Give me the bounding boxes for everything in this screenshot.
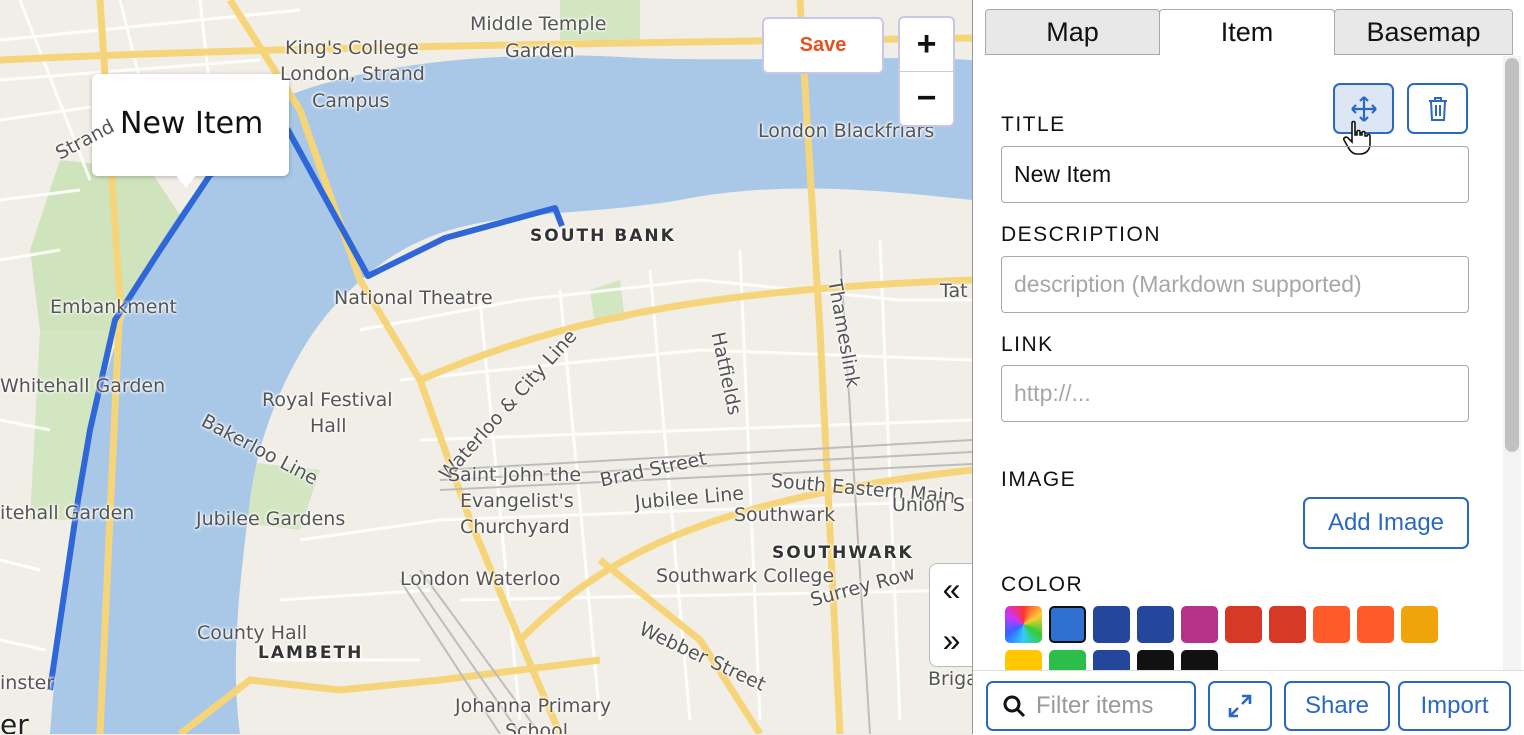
map-label: Royal Festival [262, 389, 393, 411]
zoom-control: + − [898, 16, 955, 127]
color-swatch[interactable] [1093, 650, 1130, 670]
description-label: DESCRIPTION [1001, 223, 1162, 246]
color-swatch[interactable] [1225, 606, 1262, 643]
map-label: School [505, 720, 569, 734]
title-label: TITLE [1001, 113, 1066, 136]
map-label: Jubilee Gardens [196, 508, 346, 530]
color-swatch[interactable] [1401, 606, 1438, 643]
tab-bar: Map Item Basemap [985, 9, 1513, 55]
color-swatch[interactable] [1357, 606, 1394, 643]
custom-color-swatch[interactable] [1005, 606, 1042, 643]
map-label: LAMBETH [258, 643, 364, 663]
link-input[interactable]: http://... [1001, 365, 1469, 422]
zoom-out-button[interactable]: − [900, 72, 953, 125]
search-icon [1003, 695, 1026, 718]
color-swatch[interactable] [1313, 606, 1350, 643]
color-swatch[interactable] [1049, 606, 1086, 643]
map-label: Saint John the [448, 464, 582, 486]
map-label: Tat [940, 280, 968, 302]
map-label: Southwark [734, 504, 836, 526]
map-canvas[interactable]: New Item Middle Temple Garden King's Col… [0, 0, 972, 734]
map-label: Campus [312, 90, 390, 112]
map-label: Embankment [50, 296, 177, 318]
delete-item-button[interactable] [1407, 83, 1468, 134]
map-label: County Hall [197, 622, 308, 644]
callout-title: New Item [120, 106, 264, 141]
map-label: Hall [310, 415, 347, 437]
callout-pointer [175, 174, 197, 188]
color-swatch[interactable] [1049, 650, 1086, 670]
map-label: SOUTH BANK [530, 226, 676, 246]
map-label: Whitehall Garden [0, 375, 166, 397]
tab-basemap[interactable]: Basemap [1334, 9, 1513, 55]
color-swatch[interactable] [1181, 606, 1218, 643]
map-label: Southwark College [656, 565, 835, 587]
map-label: King's College [285, 37, 419, 59]
panel-footer: Filter items Share Import [973, 670, 1524, 735]
map-label: Churchyard [460, 516, 570, 538]
map-item-callout[interactable]: New Item [92, 74, 289, 176]
map-label: Evangelist's [460, 490, 574, 512]
map-label: Briga [928, 668, 972, 690]
collapse-left-icon[interactable]: « [930, 564, 972, 615]
map-label: Garden [505, 40, 575, 62]
map-label: inster [0, 672, 55, 694]
color-swatch[interactable] [1137, 650, 1174, 670]
image-label: IMAGE [1001, 468, 1077, 491]
side-panel: Map Item Basemap TITLE New Item DESCRIPT… [972, 0, 1524, 735]
color-swatch[interactable] [1137, 606, 1174, 643]
collapse-right-icon[interactable]: » [930, 615, 972, 666]
color-swatch[interactable] [1093, 606, 1130, 643]
map-label: Union S [892, 494, 965, 516]
panel-toggle: « » [929, 563, 972, 667]
expand-button[interactable] [1208, 681, 1272, 731]
color-label: COLOR [1001, 573, 1084, 596]
save-button[interactable]: Save [762, 17, 884, 74]
import-button[interactable]: Import [1398, 681, 1511, 731]
color-swatch[interactable] [1269, 606, 1306, 643]
map-label: National Theatre [334, 287, 493, 309]
map-label: London, Strand [280, 63, 425, 85]
filter-input[interactable]: Filter items [986, 681, 1196, 731]
trash-icon [1428, 96, 1447, 121]
map-label: London Waterloo [400, 568, 561, 590]
color-swatch[interactable] [1181, 650, 1218, 670]
share-button[interactable]: Share [1284, 681, 1390, 731]
tab-map[interactable]: Map [985, 9, 1160, 55]
link-label: LINK [1001, 333, 1054, 356]
add-image-button[interactable]: Add Image [1303, 497, 1469, 549]
description-input[interactable]: description (Markdown supported) [1001, 256, 1469, 313]
tab-item[interactable]: Item [1159, 9, 1335, 55]
map-label: Johanna Primary [455, 695, 612, 717]
map-label: SOUTHWARK [772, 543, 914, 563]
move-icon [1350, 95, 1377, 122]
map-label: itehall Garden [0, 502, 135, 524]
map-label: Middle Temple [470, 13, 607, 35]
map-label: er [0, 708, 29, 734]
expand-icon [1228, 694, 1252, 718]
scrollbar-thumb[interactable] [1505, 58, 1519, 452]
panel-scrollbar[interactable] [1503, 56, 1521, 670]
filter-placeholder: Filter items [1036, 692, 1154, 719]
zoom-in-button[interactable]: + [900, 18, 953, 72]
title-input[interactable]: New Item [1001, 146, 1469, 203]
color-swatch[interactable] [1005, 650, 1042, 670]
